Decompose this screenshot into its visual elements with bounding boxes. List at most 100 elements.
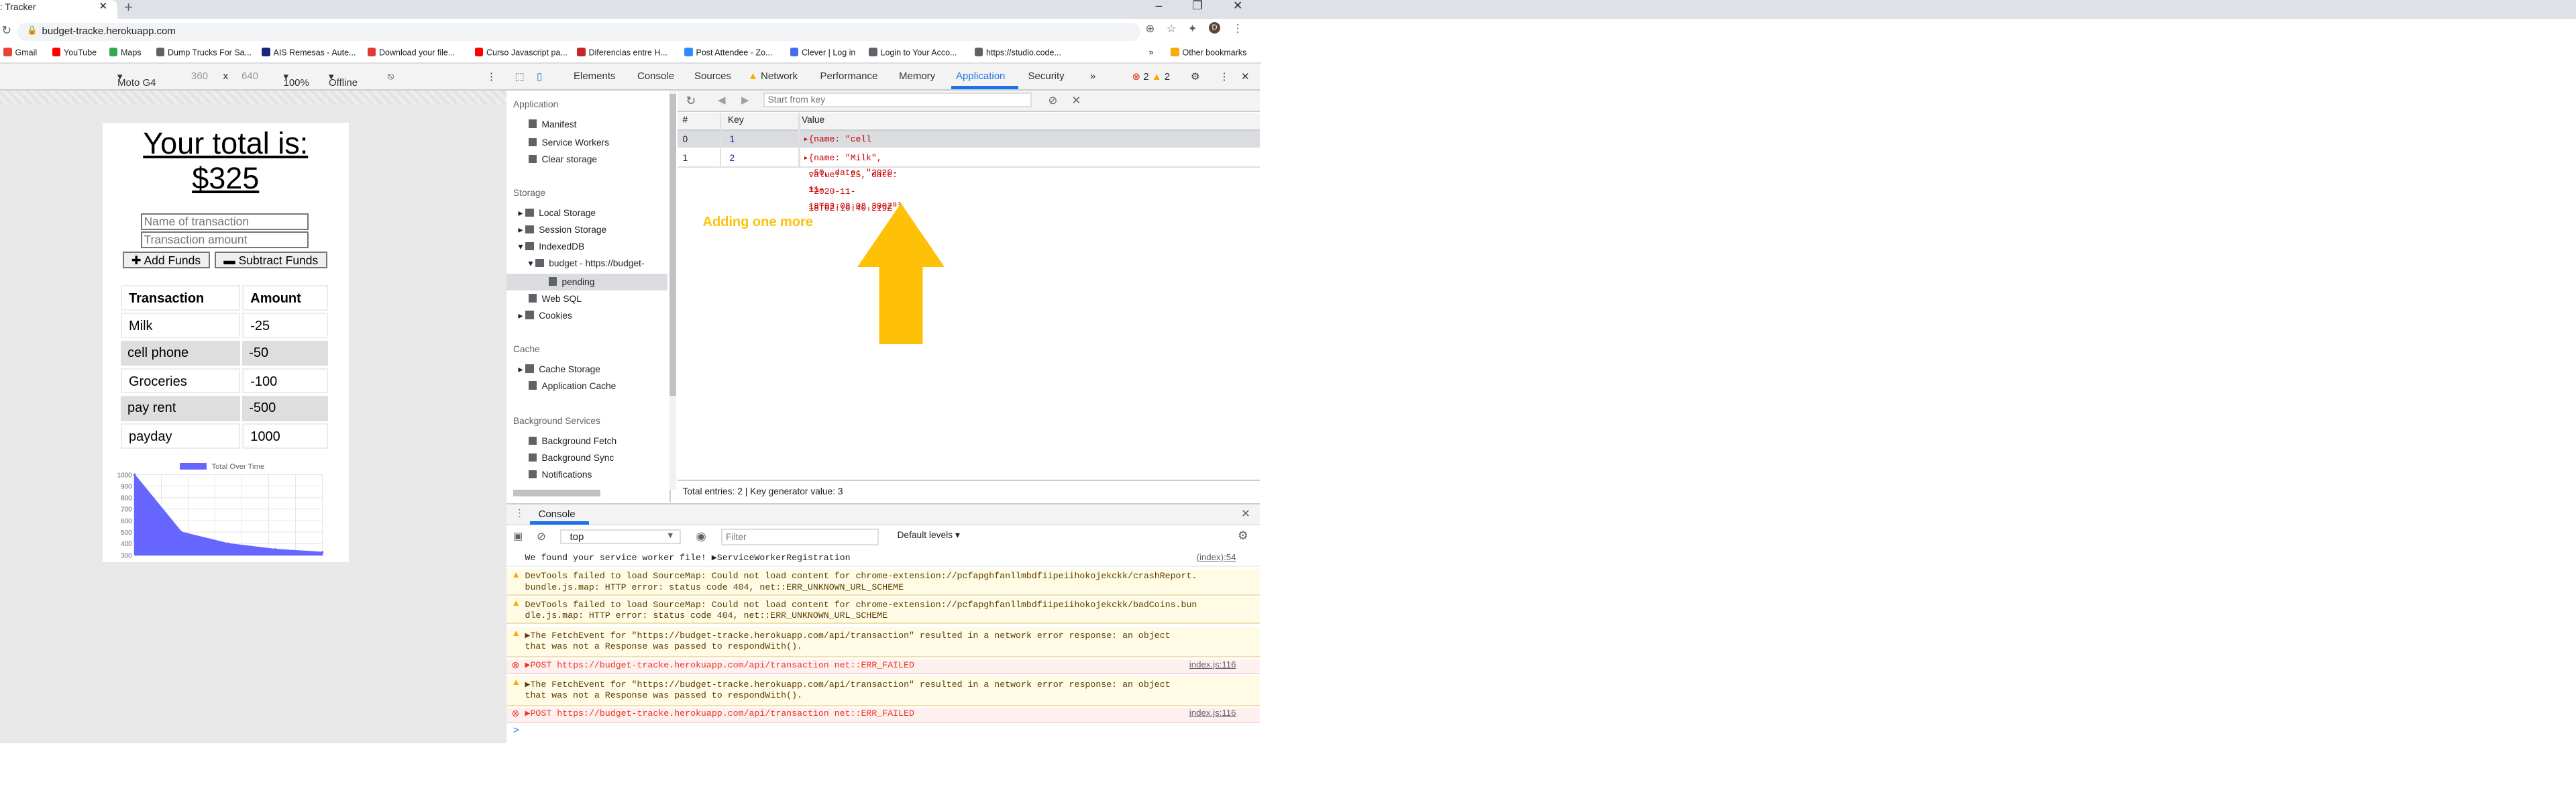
console-message[interactable]: ▲ DevTools failed to load SourceMap: Cou… bbox=[506, 568, 1260, 596]
browser-tab[interactable]: : Tracker ✕ bbox=[0, 0, 117, 19]
eye-icon[interactable]: ◉ bbox=[696, 529, 706, 543]
message-source-link[interactable]: index.js:116 bbox=[1189, 708, 1236, 718]
bookmark-item[interactable]: Curso Javascript pa... bbox=[474, 48, 568, 58]
bookmark-item[interactable]: Maps bbox=[109, 48, 142, 58]
sidebar-item-session-storage[interactable]: ▸ Session Storage bbox=[519, 225, 607, 235]
sidebar-item-budget-db[interactable]: ▾ budget - https://budget- bbox=[529, 258, 645, 269]
console-message[interactable]: We found your service worker file! ▶Serv… bbox=[506, 552, 1260, 567]
sidebar-item-indexeddb[interactable]: ▾ IndexedDB bbox=[519, 241, 585, 252]
console-prompt[interactable]: > bbox=[513, 724, 519, 736]
height-field[interactable]: 640 bbox=[241, 70, 258, 82]
context-select[interactable]: top ▼ bbox=[560, 529, 681, 545]
tab-memory[interactable]: Memory bbox=[899, 70, 935, 82]
avatar[interactable]: D bbox=[1208, 21, 1221, 34]
menu-icon[interactable]: ⋮ bbox=[1232, 22, 1243, 36]
inspect-icon[interactable]: ⬚ bbox=[515, 70, 525, 83]
lock-icon[interactable]: 🔒 bbox=[27, 25, 38, 36]
settings-icon[interactable]: ⚙ bbox=[1191, 70, 1199, 83]
table-row[interactable]: 1 2 ▸ {name: "Milk", value: -25, date: "… bbox=[678, 149, 1260, 213]
more-tabs-icon[interactable]: » bbox=[1090, 70, 1095, 82]
console-settings-icon[interactable]: ⚙ bbox=[1238, 529, 1248, 543]
bookmark-item[interactable]: Download your file... bbox=[367, 48, 455, 58]
minimize-icon[interactable]: – bbox=[1155, 0, 1162, 17]
more-icon[interactable]: ⋮ bbox=[486, 70, 496, 83]
sidebar-item-application-cache[interactable]: Application Cache bbox=[528, 381, 616, 391]
bookmark-item[interactable]: Clever | Log in bbox=[790, 48, 855, 58]
rotate-icon[interactable]: ⦸ bbox=[388, 70, 394, 82]
sidebar-item-service-workers[interactable]: Service Workers bbox=[528, 138, 609, 148]
bookmark-item[interactable]: Gmail bbox=[3, 48, 37, 58]
sidebar-item-cache-storage[interactable]: ▸ Cache Storage bbox=[519, 364, 600, 375]
next-page-icon[interactable]: ▶ bbox=[741, 94, 749, 106]
sidebar-item-manifest[interactable]: Manifest bbox=[528, 119, 576, 129]
bookmark-item[interactable]: Login to Your Acco... bbox=[869, 48, 957, 58]
sidebar-scrollbar-thumb[interactable] bbox=[669, 94, 676, 396]
install-icon[interactable]: ⊕ bbox=[1146, 22, 1155, 36]
console-message[interactable]: ▲ ▶The FetchEvent for "https://budget-tr… bbox=[506, 676, 1260, 706]
close-devtools-icon[interactable]: ✕ bbox=[1241, 70, 1250, 83]
console-filter-input[interactable] bbox=[721, 528, 879, 545]
bookmark-item[interactable]: Diferencias entre H... bbox=[577, 48, 667, 58]
close-drawer-icon[interactable]: ✕ bbox=[1241, 507, 1250, 521]
refresh-icon[interactable]: ↻ bbox=[686, 94, 696, 108]
close-tab-icon[interactable]: ✕ bbox=[99, 0, 108, 12]
device-toggle-icon[interactable]: ▯ bbox=[537, 70, 542, 83]
bookmark-item[interactable]: YouTube bbox=[52, 48, 97, 58]
sidebar-toggle-icon[interactable]: ▣ bbox=[513, 530, 523, 542]
transaction-name-input[interactable] bbox=[141, 213, 309, 230]
sidebar-item-background-fetch[interactable]: Background Fetch bbox=[528, 436, 616, 446]
zoom-select[interactable]: 100% ▾ bbox=[284, 70, 309, 89]
reload-icon[interactable]: ↻ bbox=[2, 23, 12, 38]
omnibox[interactable]: 🔒 budget-tracke.herokuapp.com bbox=[17, 22, 1140, 42]
extensions-icon[interactable]: ✦ bbox=[1188, 22, 1197, 36]
network-throttle-select[interactable]: Offline ▾ bbox=[329, 70, 358, 89]
maximize-icon[interactable]: ❐ bbox=[1192, 0, 1203, 17]
width-field[interactable]: 360 bbox=[191, 70, 208, 82]
sidebar-item-clear-storage[interactable]: Clear storage bbox=[528, 154, 597, 164]
tab-performance[interactable]: Performance bbox=[820, 70, 878, 82]
new-tab-icon[interactable]: + bbox=[124, 0, 133, 16]
tab-network[interactable]: ▲ Network bbox=[748, 70, 798, 82]
message-source-link[interactable]: index.js:116 bbox=[1189, 659, 1236, 670]
tab-application[interactable]: Application bbox=[956, 70, 1005, 82]
sidebar-item-cookies[interactable]: ▸ Cookies bbox=[519, 311, 572, 321]
transaction-amount-input[interactable] bbox=[141, 231, 309, 248]
sidebar-item-pending[interactable]: pending bbox=[548, 277, 594, 287]
issue-counter[interactable]: ⊗ 2 ▲ 2 bbox=[1132, 70, 1171, 83]
sidebar-item-web-sql[interactable]: Web SQL bbox=[528, 294, 582, 304]
devtools-menu-icon[interactable]: ⋮ bbox=[1220, 70, 1230, 83]
sidebar-item-background-sync[interactable]: Background Sync bbox=[528, 453, 614, 463]
previous-page-icon[interactable]: ◀ bbox=[718, 94, 726, 106]
close-window-icon[interactable]: ✕ bbox=[1233, 0, 1243, 17]
other-bookmarks[interactable]: Other bookmarks bbox=[1171, 48, 1246, 58]
more-bookmarks-icon[interactable]: » bbox=[1149, 48, 1154, 57]
message-source-link[interactable]: (index):54 bbox=[1197, 552, 1236, 563]
tab-elements[interactable]: Elements bbox=[574, 70, 616, 82]
tab-console[interactable]: Console bbox=[637, 70, 674, 82]
clear-object-store-icon[interactable]: ⊘ bbox=[1049, 94, 1058, 107]
console-message[interactable]: ▲ DevTools failed to load SourceMap: Cou… bbox=[506, 597, 1260, 624]
drawer-tab-console[interactable]: Console bbox=[539, 508, 576, 520]
add-funds-button[interactable]: ✚ Add Funds bbox=[122, 252, 210, 268]
bookmark-item[interactable]: AIS Remesas - Aute... bbox=[262, 48, 356, 58]
tab-sources[interactable]: Sources bbox=[694, 70, 731, 82]
bookmark-item[interactable]: https://studio.code... bbox=[974, 48, 1061, 58]
tab-security[interactable]: Security bbox=[1028, 70, 1065, 82]
console-message[interactable]: ▲ ▶The FetchEvent for "https://budget-tr… bbox=[506, 627, 1260, 657]
drawer-menu-icon[interactable]: ⋮ bbox=[515, 508, 525, 519]
start-from-key-input[interactable] bbox=[763, 92, 1032, 107]
bookmark-item[interactable]: Dump Trucks For Sa... bbox=[156, 48, 252, 58]
subtract-funds-button[interactable]: ▬ Subtract Funds bbox=[215, 252, 327, 268]
log-levels-select[interactable]: Default levels ▾ bbox=[898, 530, 960, 541]
sidebar-item-local-storage[interactable]: ▸ Local Storage bbox=[519, 208, 596, 219]
horizontal-scrollbar[interactable] bbox=[513, 490, 600, 496]
table-row[interactable]: 0 1 ▸ {name: "cell phone", value: -50, d… bbox=[678, 131, 1260, 211]
console-message[interactable]: ⊗ ▶POST https://budget-tracke.herokuapp.… bbox=[506, 708, 1260, 723]
delete-selected-icon[interactable]: ✕ bbox=[1072, 94, 1081, 107]
sidebar-item-notifications[interactable]: Notifications bbox=[528, 470, 592, 480]
device-select[interactable]: Moto G4 ▾ bbox=[117, 70, 156, 89]
bookmark-item[interactable]: Post Attendee - Zo... bbox=[684, 48, 772, 58]
clear-console-icon[interactable]: ⊘ bbox=[537, 530, 546, 543]
star-icon[interactable]: ☆ bbox=[1167, 22, 1177, 36]
console-message[interactable]: ⊗ ▶POST https://budget-tracke.herokuapp.… bbox=[506, 659, 1260, 674]
